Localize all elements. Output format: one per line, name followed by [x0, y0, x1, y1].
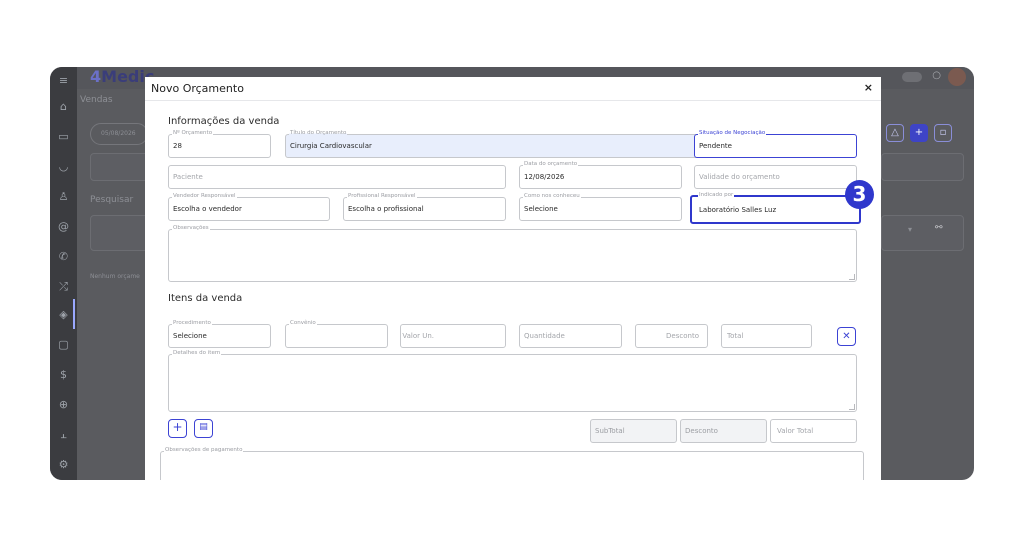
folder-icon[interactable]: ▢ — [56, 337, 71, 352]
calendar-icon[interactable]: ▭ — [56, 129, 71, 144]
alert-button[interactable]: △ — [886, 124, 904, 142]
items-section-title: Itens da venda — [168, 293, 243, 304]
step-badge: 3 — [845, 180, 874, 209]
remove-item-button[interactable]: ✕ — [837, 327, 856, 346]
empty-message: Nenhum orçame — [90, 273, 140, 280]
seller-select[interactable]: Vendedor Responsável Escolha o vendedor — [168, 193, 330, 221]
settings-icon[interactable]: ⚙ — [56, 457, 71, 472]
table-header-right — [881, 215, 964, 251]
negotiation-status-field[interactable]: Situação de Negociação Pendente — [694, 130, 857, 158]
quantity-field[interactable]: Quantidade — [519, 324, 622, 348]
sale-section-title: Informações da venda — [168, 116, 280, 127]
close-icon[interactable]: × — [864, 81, 873, 94]
total-value-field[interactable]: Valor Total — [770, 419, 857, 443]
budget-date-field[interactable]: Data do orçamento 12/08/2026 — [519, 161, 682, 189]
add-item-button[interactable]: + — [168, 419, 187, 438]
dollar-icon[interactable]: $ — [56, 367, 71, 382]
modal-header: Novo Orçamento × — [145, 77, 881, 101]
sidebar-active-indicator — [73, 299, 75, 329]
plus-icon: + — [172, 420, 183, 434]
sidebar: ≡ ⌂ ▭ ◡ ♙ @ ✆ ⤮ ◈ ▢ $ ⊕ ⫠ ⚙ — [50, 67, 77, 480]
theme-toggle[interactable] — [902, 72, 922, 82]
dropdown-icon[interactable]: ▾ — [908, 225, 912, 234]
validity-field[interactable]: Validade do orçamento — [694, 165, 857, 189]
avatar[interactable] — [948, 68, 966, 86]
chart-icon[interactable]: ⫠ — [56, 427, 71, 442]
unit-value-field[interactable]: Valor Un. — [400, 324, 506, 348]
tag-icon[interactable]: ◈ — [56, 307, 71, 322]
table-header-bg — [90, 215, 150, 251]
item-details-textarea[interactable]: Detalhes do item — [168, 350, 857, 412]
modal-title: Novo Orçamento — [151, 82, 244, 95]
referred-by-field[interactable]: Indicado por Laboratório Salles Luz — [690, 192, 861, 224]
total-discount-field: Desconto — [680, 419, 767, 443]
filter-box — [90, 153, 150, 181]
archive-icon: ▤ — [199, 422, 208, 432]
insurance-select[interactable]: Convênio — [285, 320, 388, 348]
shuffle-icon[interactable]: ⤮ — [56, 279, 71, 294]
observations-textarea[interactable]: Observações — [168, 225, 857, 282]
patient-field[interactable]: Paciente — [168, 165, 506, 189]
column-settings-icon[interactable]: ⚯ — [935, 223, 943, 233]
date-filter[interactable]: 05/08/2026 — [90, 123, 148, 145]
document-button[interactable]: ▫ — [934, 124, 952, 142]
at-icon[interactable]: @ — [56, 219, 71, 234]
menu-icon[interactable]: ≡ — [56, 73, 71, 88]
professional-select[interactable]: Profissional Responsável Escolha o profi… — [343, 193, 506, 221]
chat-bubble-icon[interactable]: ○ — [932, 70, 941, 81]
resize-handle[interactable] — [849, 274, 855, 280]
filter-box-right — [881, 153, 964, 181]
user-icon[interactable]: ♙ — [56, 189, 71, 204]
archive-button[interactable]: ▤ — [194, 419, 213, 438]
budget-number-field[interactable]: Nº Orçamento 28 — [168, 130, 271, 158]
globe-icon[interactable]: ⊕ — [56, 397, 71, 412]
subtotal-field: SubTotal — [590, 419, 677, 443]
search-label: Pesquisar — [90, 195, 134, 205]
page-title: Vendas — [80, 95, 113, 105]
item-total-field[interactable]: Total — [721, 324, 812, 348]
item-discount-field[interactable]: Desconto — [635, 324, 708, 348]
add-button[interactable]: + — [910, 124, 928, 142]
home-icon[interactable]: ⌂ — [56, 99, 71, 114]
new-budget-modal: Novo Orçamento × Informações da venda Nº… — [145, 77, 881, 480]
resize-handle[interactable] — [849, 404, 855, 410]
referral-source-select[interactable]: Como nos conheceu Selecione — [519, 193, 682, 221]
chat-icon[interactable]: ◡ — [56, 159, 71, 174]
procedure-select[interactable]: Procedimento Selecione — [168, 320, 271, 348]
phone-icon[interactable]: ✆ — [56, 249, 71, 264]
payment-notes-textarea[interactable]: Observações de pagamento — [160, 447, 864, 480]
close-icon: ✕ — [842, 331, 851, 342]
